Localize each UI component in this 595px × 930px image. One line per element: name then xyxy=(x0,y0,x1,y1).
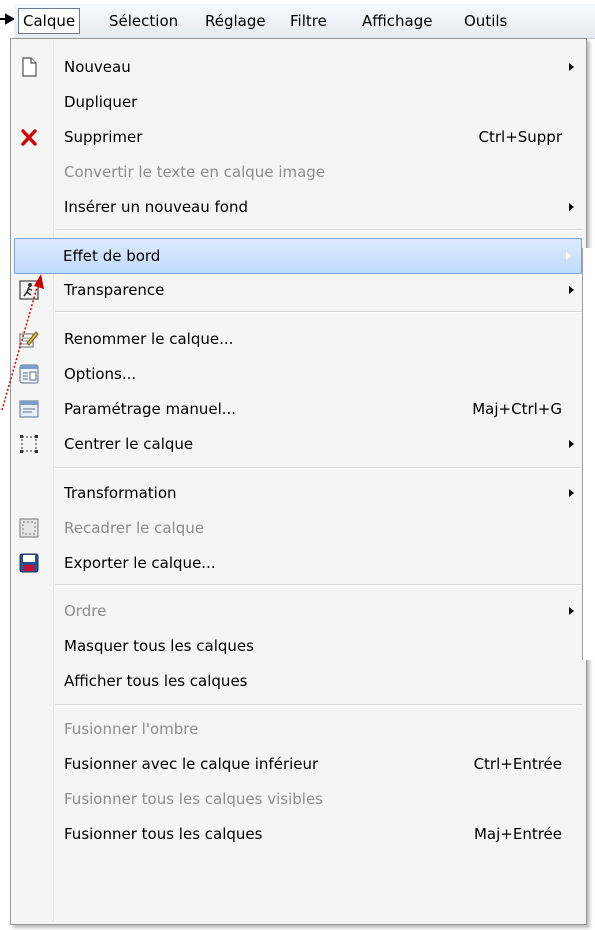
menu-item-convertir: Convertir le texte en calque image xyxy=(13,155,584,189)
submenu-arrow-icon xyxy=(566,252,571,260)
submenu-arrow-icon xyxy=(569,286,574,294)
submenu-arrow-icon xyxy=(569,440,574,448)
menu-selection[interactable]: Sélection xyxy=(105,8,182,34)
annotation-arrow xyxy=(1,274,44,411)
submenu-arrow-icon xyxy=(569,203,574,211)
menu-item-options[interactable]: Options... xyxy=(13,357,584,391)
menu-item-label: Insérer un nouveau fond xyxy=(64,198,249,216)
menu-item-centrer[interactable]: Centrer le calque xyxy=(13,427,584,461)
menu-item-label: Ordre xyxy=(64,602,107,620)
shortcut-label: Ctrl+Suppr xyxy=(478,128,563,146)
menu-item-label: Convertir le texte en calque image xyxy=(64,163,326,181)
menu-item-renommer[interactable]: Renommer le calque... xyxy=(13,322,584,356)
menu-item-label: Fusionner avec le calque inférieur xyxy=(64,755,319,773)
menu-item-fusionner-tous[interactable]: Fusionner tous les calques Maj+Entrée xyxy=(13,817,584,851)
menu-item-label: Masquer tous les calques xyxy=(64,637,254,655)
menu-separator xyxy=(55,311,583,313)
menu-item-label: Recadrer le calque xyxy=(64,519,204,537)
menu-item-label: Fusionner l'ombre xyxy=(64,720,199,738)
submenu-arrow-icon xyxy=(569,63,574,71)
center-layer-icon xyxy=(20,435,38,453)
menu-item-recadrer: Recadrer le calque xyxy=(13,511,584,545)
menu-item-supprimer[interactable]: Supprimer Ctrl+Suppr xyxy=(13,120,584,154)
menu-separator xyxy=(55,229,583,231)
menu-filtre[interactable]: Filtre xyxy=(286,8,331,34)
menu-separator xyxy=(55,584,583,586)
menu-item-ordre: Ordre xyxy=(13,594,584,628)
menu-item-label: Renommer le calque... xyxy=(64,330,234,348)
menu-outils[interactable]: Outils xyxy=(460,8,511,34)
menu-item-dupliquer[interactable]: Dupliquer xyxy=(13,85,584,119)
menu-item-exporter[interactable]: Exporter le calque... xyxy=(13,546,584,580)
menu-item-inserer-fond[interactable]: Insérer un nouveau fond xyxy=(13,190,584,224)
menu-item-label: Nouveau xyxy=(64,58,131,76)
submenu-edge xyxy=(582,248,593,660)
shortcut-label: Maj+Entrée xyxy=(473,825,562,843)
menu-item-transformation[interactable]: Transformation xyxy=(13,476,584,510)
menu-affichage[interactable]: Affichage xyxy=(358,8,436,34)
menu-reglage[interactable]: Réglage xyxy=(201,8,270,34)
submenu-arrow-icon xyxy=(569,607,574,615)
menu-item-label: Effet de bord xyxy=(63,247,161,265)
save-disk-icon xyxy=(19,553,39,573)
menu-separator xyxy=(55,704,583,706)
menu-item-label: Transformation xyxy=(64,484,177,502)
menu-item-label: Transparence xyxy=(64,281,165,299)
menu-item-label: Fusionner tous les calques xyxy=(64,825,263,843)
menu-item-label: Dupliquer xyxy=(64,93,138,111)
menu-item-fusionner-inferieur[interactable]: Fusionner avec le calque inférieur Ctrl+… xyxy=(13,747,584,781)
menu-item-label: Fusionner tous les calques visibles xyxy=(64,790,323,808)
menubar: Calque Sélection Réglage Filtre Affichag… xyxy=(14,4,595,39)
shortcut-label: Maj+Ctrl+G xyxy=(472,400,562,418)
menu-item-nouveau[interactable]: Nouveau xyxy=(13,50,584,84)
menu-item-label: Exporter le calque... xyxy=(64,554,216,572)
menu-item-masquer[interactable]: Masquer tous les calques xyxy=(13,629,584,663)
menu-item-afficher[interactable]: Afficher tous les calques xyxy=(13,664,584,698)
calque-dropdown-menu: Nouveau Dupliquer Supprimer Ctrl+Suppr C… xyxy=(10,38,587,925)
menu-item-label: Afficher tous les calques xyxy=(64,672,248,690)
menu-separator xyxy=(55,467,583,469)
menu-item-parametrage-manuel[interactable]: Paramétrage manuel... Maj+Ctrl+G xyxy=(13,392,584,426)
menu-item-fusionner-ombre: Fusionner l'ombre xyxy=(13,712,584,746)
shortcut-label: Ctrl+Entrée xyxy=(473,755,562,773)
menu-item-label: Paramétrage manuel... xyxy=(64,400,237,418)
menu-item-fusionner-visibles: Fusionner tous les calques visibles xyxy=(13,782,584,816)
menu-item-label: Options... xyxy=(64,365,137,383)
crop-layer-icon xyxy=(19,518,39,538)
menu-item-effet-de-bord[interactable]: Effet de bord xyxy=(14,238,582,274)
menu-item-transparence[interactable]: Transparence xyxy=(13,273,584,307)
submenu-arrow-icon xyxy=(569,489,574,497)
menu-item-label: Supprimer xyxy=(64,128,143,146)
menu-item-label: Centrer le calque xyxy=(64,435,194,453)
